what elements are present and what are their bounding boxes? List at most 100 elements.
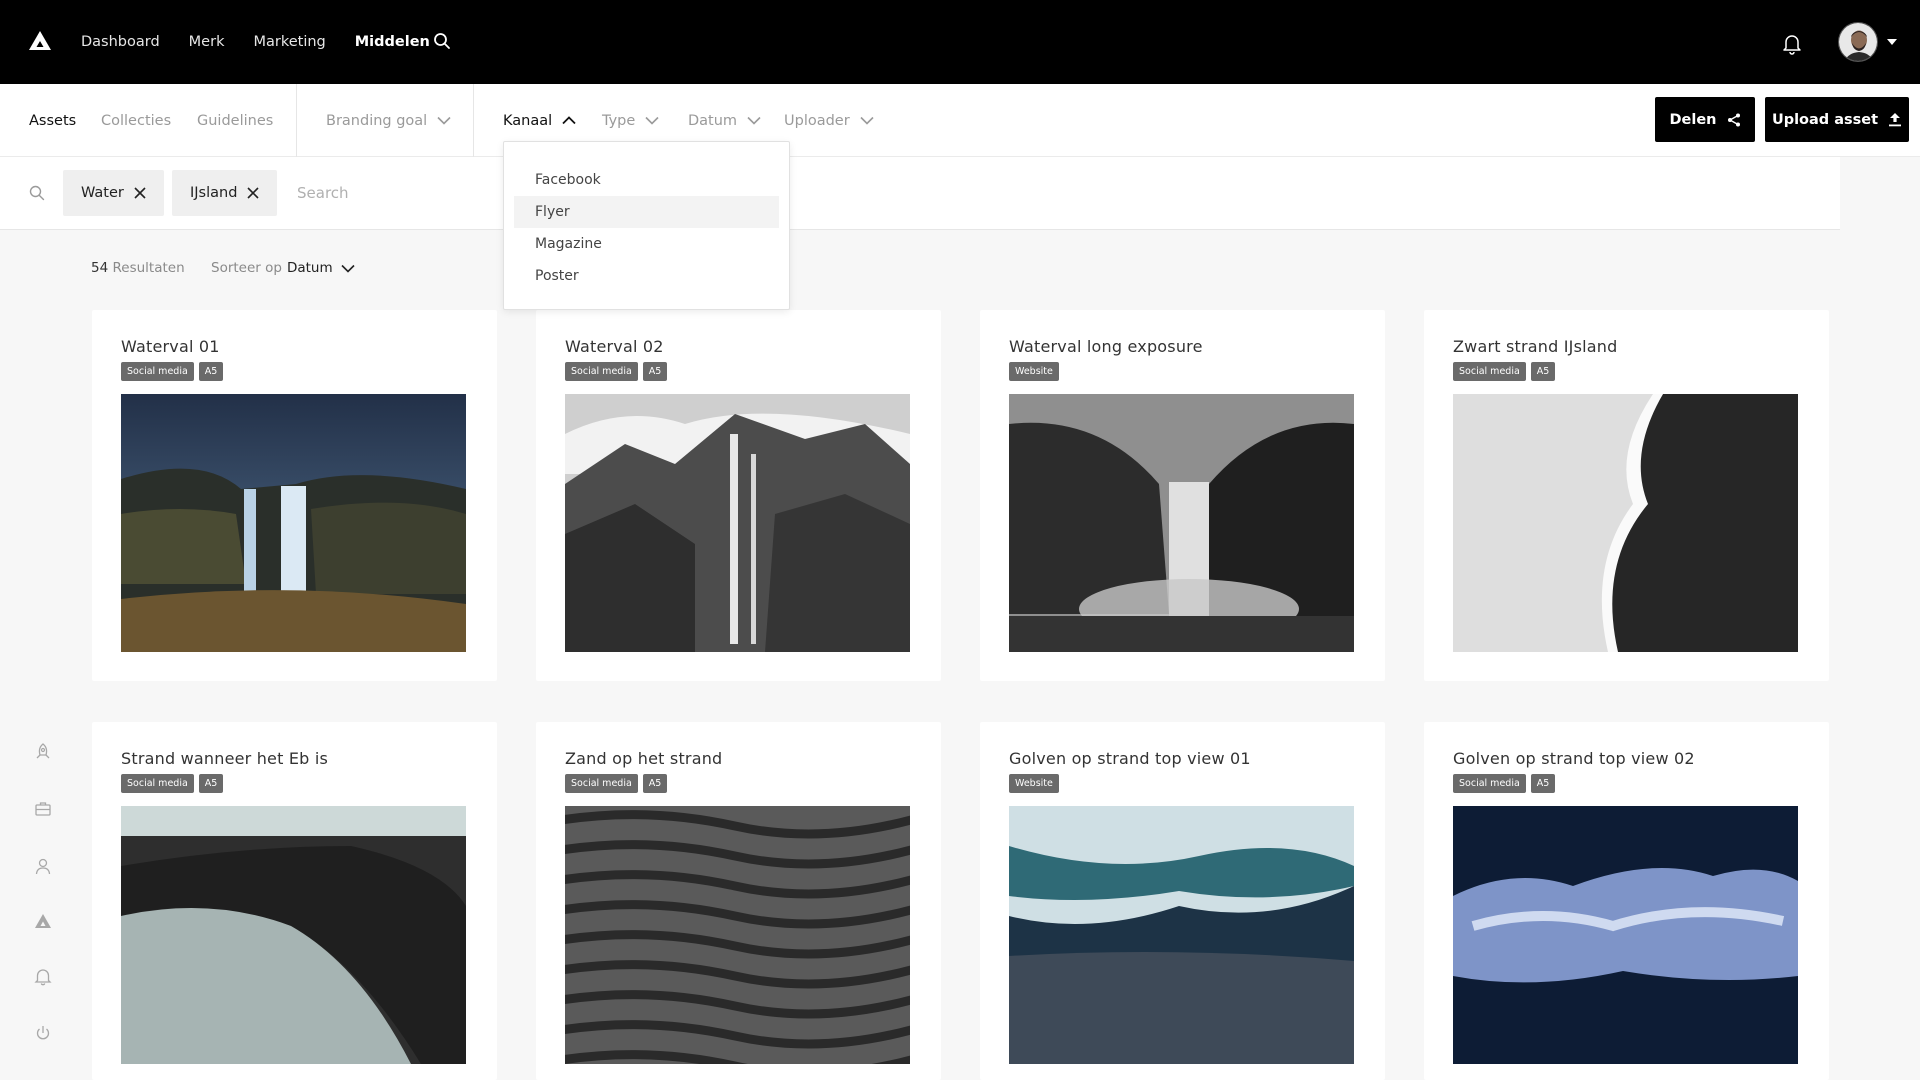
dropdown-option-flyer[interactable]: Flyer bbox=[514, 196, 779, 228]
close-icon[interactable] bbox=[247, 187, 259, 199]
asset-title: Golven op strand top view 02 bbox=[1453, 749, 1695, 768]
nav-item-middelen[interactable]: Middelen bbox=[355, 34, 430, 50]
search-chip-label: IJsland bbox=[190, 185, 238, 201]
asset-card[interactable]: Golven op strand top view 02 Social medi… bbox=[1424, 722, 1829, 1080]
asset-card[interactable]: Golven op strand top view 01 Website bbox=[980, 722, 1385, 1080]
filter-branding-goal-label: Branding goal bbox=[326, 112, 428, 129]
waterfall-image bbox=[565, 394, 910, 652]
toolbar-divider bbox=[296, 84, 297, 157]
asset-tag: Social media bbox=[565, 774, 638, 793]
brand-logo-icon[interactable] bbox=[34, 912, 52, 930]
asset-tag: A5 bbox=[1530, 774, 1556, 793]
chevron-up-icon bbox=[562, 116, 576, 125]
black-beach-image bbox=[1453, 394, 1798, 652]
filter-uploader[interactable]: Uploader bbox=[784, 84, 874, 157]
asset-tags: Social media A5 bbox=[1453, 774, 1560, 793]
asset-thumbnail[interactable] bbox=[121, 806, 466, 1064]
asset-tags: Social media A5 bbox=[565, 774, 672, 793]
chevron-down-icon bbox=[860, 116, 874, 125]
beach-low-tide-image bbox=[121, 806, 466, 1064]
search-chip-label: Water bbox=[81, 185, 124, 201]
waves-top-view-image bbox=[1453, 806, 1798, 1064]
briefcase-icon[interactable] bbox=[34, 800, 52, 818]
dropdown-option-facebook[interactable]: Facebook bbox=[514, 164, 779, 196]
sort-prefix: Sorteer op bbox=[211, 260, 282, 276]
asset-card[interactable]: Waterval 01 Social media A5 bbox=[92, 310, 497, 681]
share-button[interactable]: Delen bbox=[1655, 97, 1755, 142]
chevron-down-icon bbox=[437, 116, 451, 125]
nav-item-merk[interactable]: Merk bbox=[189, 34, 225, 50]
asset-tag: A5 bbox=[642, 774, 668, 793]
results-count: 54 Resultaten bbox=[91, 260, 185, 276]
filter-kanaal-label: Kanaal bbox=[503, 112, 553, 129]
top-navigation: Dashboard Merk Marketing Middelen bbox=[0, 0, 1920, 84]
search-bar: Water IJsland bbox=[0, 157, 1840, 230]
search-icon bbox=[29, 185, 45, 201]
asset-toolbar: Assets Collecties Guidelines Branding go… bbox=[0, 84, 1920, 157]
power-icon[interactable] bbox=[34, 1024, 52, 1042]
dropdown-option-poster[interactable]: Poster bbox=[514, 260, 779, 292]
close-icon[interactable] bbox=[134, 187, 146, 199]
asset-tag: Social media bbox=[121, 774, 194, 793]
asset-thumbnail[interactable] bbox=[565, 394, 910, 652]
asset-card[interactable]: Waterval 02 Social media A5 bbox=[536, 310, 941, 681]
upload-icon bbox=[1889, 113, 1902, 127]
filter-uploader-label: Uploader bbox=[784, 112, 850, 129]
waterfall-image bbox=[1009, 394, 1354, 652]
asset-tag: Website bbox=[1009, 362, 1059, 381]
search-chip-ijsland: IJsland bbox=[172, 170, 278, 216]
search-icon[interactable] bbox=[433, 32, 451, 50]
dropdown-option-magazine[interactable]: Magazine bbox=[514, 228, 779, 260]
asset-thumbnail[interactable] bbox=[1009, 806, 1354, 1064]
asset-tags: Website bbox=[1009, 774, 1064, 793]
asset-thumbnail[interactable] bbox=[565, 806, 910, 1064]
nav-item-marketing[interactable]: Marketing bbox=[253, 34, 325, 50]
results-number: 54 bbox=[91, 260, 109, 276]
asset-tags: Social media A5 bbox=[565, 362, 672, 381]
asset-thumbnail[interactable] bbox=[1009, 394, 1354, 652]
asset-card[interactable]: Waterval long exposure Website bbox=[980, 310, 1385, 681]
chevron-down-icon bbox=[341, 264, 355, 273]
asset-card[interactable]: Strand wanneer het Eb is Social media A5 bbox=[92, 722, 497, 1080]
asset-title: Zwart strand IJsland bbox=[1453, 337, 1618, 356]
tab-collecties[interactable]: Collecties bbox=[101, 84, 171, 157]
results-label: Resultaten bbox=[112, 260, 185, 276]
asset-thumbnail[interactable] bbox=[1453, 806, 1798, 1064]
asset-title: Waterval 01 bbox=[121, 337, 220, 356]
brand-logo-icon[interactable] bbox=[28, 29, 52, 53]
asset-thumbnail[interactable] bbox=[1453, 394, 1798, 652]
asset-tag: A5 bbox=[642, 362, 668, 381]
nav-item-dashboard[interactable]: Dashboard bbox=[81, 34, 160, 50]
asset-title: Zand op het strand bbox=[565, 749, 723, 768]
notification-bell-icon[interactable] bbox=[1782, 33, 1802, 55]
asset-card[interactable]: Zand op het strand Social media A5 bbox=[536, 722, 941, 1080]
asset-thumbnail[interactable] bbox=[121, 394, 466, 652]
sort-value: Datum bbox=[286, 260, 333, 276]
asset-title: Waterval 02 bbox=[565, 337, 664, 356]
rocket-icon[interactable] bbox=[34, 743, 52, 761]
user-avatar[interactable] bbox=[1838, 22, 1878, 62]
asset-tag: Website bbox=[1009, 774, 1059, 793]
tab-guidelines[interactable]: Guidelines bbox=[197, 84, 273, 157]
filter-branding-goal[interactable]: Branding goal bbox=[326, 84, 451, 157]
asset-tag: A5 bbox=[198, 362, 224, 381]
asset-tag: Social media bbox=[121, 362, 194, 381]
chevron-down-icon[interactable] bbox=[1886, 37, 1898, 47]
notification-bell-icon[interactable] bbox=[34, 968, 52, 986]
upload-asset-button-label: Upload asset bbox=[1771, 111, 1879, 128]
asset-title: Strand wanneer het Eb is bbox=[121, 749, 328, 768]
asset-card[interactable]: Zwart strand IJsland Social media A5 bbox=[1424, 310, 1829, 681]
share-icon bbox=[1727, 113, 1740, 126]
asset-tag: Social media bbox=[565, 362, 638, 381]
filter-datum-label: Datum bbox=[688, 112, 738, 129]
upload-asset-button[interactable]: Upload asset bbox=[1765, 97, 1909, 142]
tab-assets[interactable]: Assets bbox=[29, 84, 76, 157]
toolbar-divider bbox=[473, 84, 474, 157]
asset-tags: Social media A5 bbox=[1453, 362, 1560, 381]
sort-dropdown[interactable]: Sorteer op Datum bbox=[211, 260, 355, 276]
filter-type-label: Type bbox=[602, 112, 636, 129]
share-button-label: Delen bbox=[1669, 111, 1717, 128]
user-icon[interactable] bbox=[34, 857, 52, 875]
chevron-down-icon bbox=[645, 116, 659, 125]
waves-top-view-image bbox=[1009, 806, 1354, 1064]
